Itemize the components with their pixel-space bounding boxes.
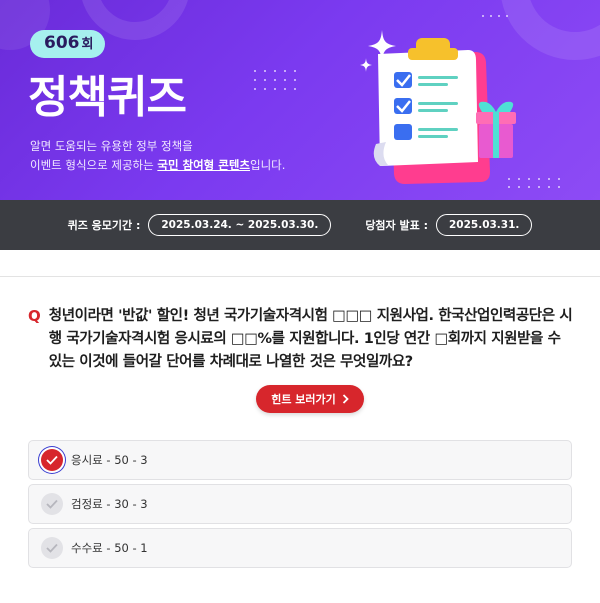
hero-banner: 606 회 정책퀴즈 알면 도움되는 유용한 정부 정책을 이벤트 형식으로 제공…: [0, 0, 600, 200]
answer-option[interactable]: 응시료 - 50 - 3: [28, 440, 572, 480]
check-icon: [41, 493, 63, 515]
gift-box-icon: [476, 101, 516, 158]
decor-dots: [254, 70, 296, 90]
round-suffix: 회: [81, 37, 94, 52]
page-title: 정책퀴즈: [28, 72, 187, 123]
announce-date-label: 당첨자 발표 :: [365, 219, 428, 232]
check-icon: [41, 537, 63, 559]
question-marker: Q: [28, 307, 41, 325]
hero-desc-line1: 알면 도움되는 유용한 정부 정책을: [30, 139, 193, 153]
round-number: 606: [44, 33, 80, 53]
answer-option[interactable]: 검정료 - 30 - 3: [28, 484, 572, 524]
entry-period-label: 퀴즈 응모기간 :: [67, 219, 141, 232]
check-icon: [41, 449, 63, 471]
answer-option-label: 검정료 - 30 - 3: [71, 497, 148, 511]
hint-button[interactable]: 힌트 보러가기: [256, 385, 364, 413]
entry-period-bar: 퀴즈 응모기간 : 2025.03.24. ~ 2025.03.30. 당첨자 …: [0, 200, 600, 250]
answer-option-label: 응시료 - 50 - 3: [71, 453, 148, 467]
hero-desc-highlight: 국민 참여형 콘텐츠: [157, 158, 251, 172]
entry-period-value: 2025.03.24. ~ 2025.03.30.: [148, 214, 332, 236]
answer-options: 응시료 - 50 - 3 검정료 - 30 - 3 수수료 - 50 - 1: [28, 440, 572, 572]
decor-dots: [482, 15, 508, 17]
hero-desc-line2: 이벤트 형식으로 제공하는 국민 참여형 콘텐츠입니다.: [30, 156, 285, 175]
hero-desc-suffix: 입니다.: [250, 158, 286, 172]
answer-option[interactable]: 수수료 - 50 - 1: [28, 528, 572, 568]
hint-button-label: 힌트 보러가기: [271, 393, 336, 406]
answer-option-label: 수수료 - 50 - 1: [71, 541, 148, 555]
hero-desc-prefix: 이벤트 형식으로 제공하는: [30, 158, 158, 172]
question-text: 청년이라면 '반값' 할인! 청년 국가기술자격시험 □□□ 지원사업. 한국산…: [48, 308, 573, 370]
announce-date-value: 2025.03.31.: [435, 214, 533, 236]
chevron-right-icon: [342, 394, 349, 404]
hero-description: 알면 도움되는 유용한 정부 정책을 이벤트 형식으로 제공하는 국민 참여형 …: [30, 137, 285, 175]
round-badge: 606 회: [30, 30, 106, 58]
question-block: Q 청년이라면 '반값' 할인! 청년 국가기술자격시험 □□□ 지원사업. 한…: [28, 305, 578, 374]
quiz-card: Q 청년이라면 '반값' 할인! 청년 국가기술자격시험 □□□ 지원사업. 한…: [0, 276, 600, 603]
